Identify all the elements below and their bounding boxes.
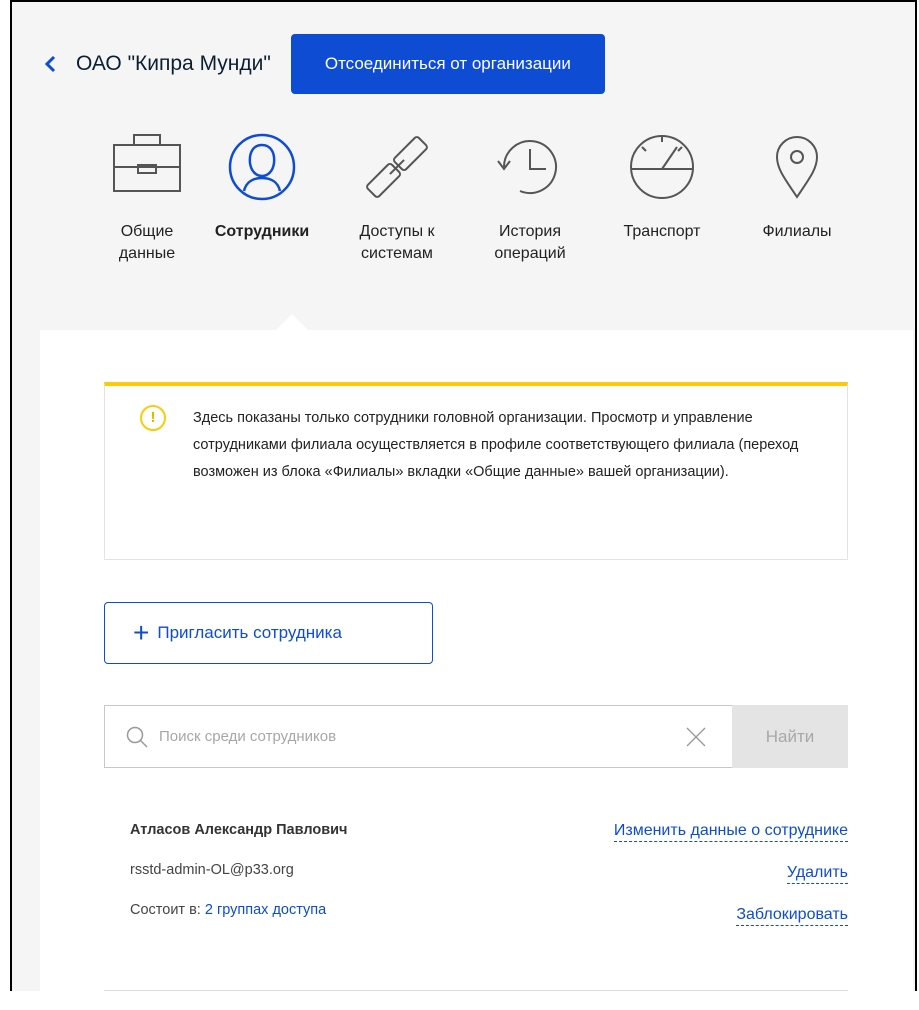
tab-label: Транспорт	[623, 223, 701, 240]
groups-prefix: Состоит в:	[130, 902, 201, 918]
employee-groups: Состоит в: 2 группах доступа	[130, 902, 326, 918]
delete-employee-link[interactable]: Удалить	[786, 864, 848, 884]
tab-employees[interactable]: Сотрудники	[207, 127, 317, 243]
search-button[interactable]: Найти	[732, 705, 848, 768]
back-chevron-icon[interactable]	[40, 53, 62, 75]
tab-label: Филиалы	[762, 223, 832, 240]
info-notice: ! Здесь показаны только сотрудники голов…	[104, 382, 848, 560]
tab-system-access[interactable]: Доступы к системам	[347, 127, 447, 265]
page-frame: ОАО "Кипра Мунди" Отсоединиться от орган…	[10, 0, 917, 1010]
briefcase-icon	[113, 134, 181, 192]
employee-name: Атласов Александр Павлович	[130, 822, 348, 838]
block-employee-link[interactable]: Заблокировать	[736, 906, 848, 926]
invite-label: Пригласить сотрудника	[157, 623, 342, 642]
notice-text: Здесь показаны только сотрудники головно…	[193, 410, 799, 480]
edit-employee-link[interactable]: Изменить данные о сотруднике	[613, 822, 848, 842]
map-pin-icon	[775, 136, 819, 199]
search-input[interactable]	[157, 715, 641, 758]
tab-transport[interactable]: Транспорт	[612, 127, 712, 243]
exclamation-icon: !	[140, 405, 166, 431]
plus-icon: +	[133, 617, 150, 648]
tab-label: Сотрудники	[214, 223, 310, 240]
page-header: ОАО "Кипра Мунди" Отсоединиться от орган…	[40, 34, 605, 94]
history-icon	[497, 140, 557, 194]
tab-label: Общие данные	[118, 223, 176, 262]
tab-general-data[interactable]: Общие данные	[102, 127, 192, 265]
employee-search: Найти	[104, 705, 848, 768]
disconnect-organization-button[interactable]: Отсоединиться от организации	[290, 34, 605, 94]
tab-operations-history[interactable]: История операций	[480, 127, 580, 265]
user-icon	[228, 133, 296, 201]
employee-email: rsstd-admin-OL@p33.org	[130, 862, 294, 878]
tab-label: Доступы к системам	[359, 223, 435, 262]
close-icon[interactable]	[685, 726, 707, 748]
invite-employee-button[interactable]: + Пригласить сотрудника	[104, 602, 433, 664]
tab-label: История операций	[494, 223, 566, 262]
active-tab-pointer	[276, 314, 308, 330]
link-icon	[366, 136, 428, 198]
search-icon	[126, 726, 148, 748]
organization-title: ОАО "Кипра Мунди"	[76, 52, 271, 75]
search-box	[104, 705, 732, 768]
tab-branches[interactable]: Филиалы	[747, 127, 847, 243]
access-groups-link[interactable]: 2 группах доступа	[205, 902, 326, 918]
speedometer-icon	[630, 135, 694, 199]
employees-panel: ! Здесь показаны только сотрудники голов…	[40, 314, 913, 1010]
